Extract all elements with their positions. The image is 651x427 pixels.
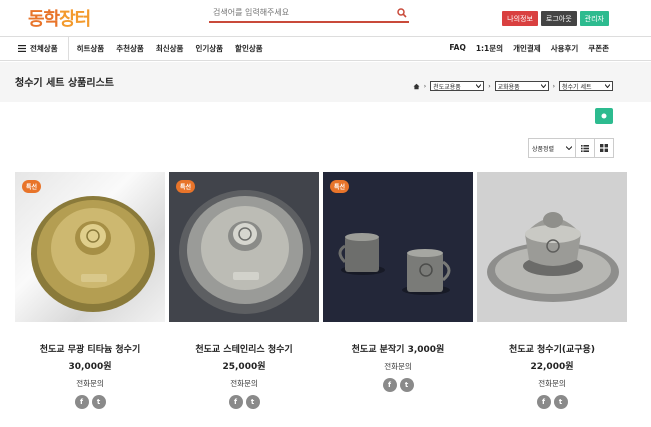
product-card[interactable]: 특선 천도교 스테인리스 청수기 25,000원 전화문의 f t: [169, 172, 319, 409]
chevron-down-icon: [540, 84, 546, 88]
brass-bowl-image: [31, 196, 155, 312]
search-input[interactable]: [209, 8, 395, 17]
sort-controls: 상품정렬: [528, 138, 614, 158]
special-badge: 특선: [330, 180, 350, 193]
breadcrumb: › 천도교용품 › 교화용품 › 청수기 세트: [413, 81, 613, 91]
nav-item-faq[interactable]: FAQ: [449, 43, 465, 54]
breadcrumb-select-3[interactable]: 청수기 세트: [559, 81, 613, 91]
grid-view-button[interactable]: [595, 138, 614, 158]
product-name[interactable]: 천도교 무광 티타늄 청수기: [15, 342, 165, 355]
search-icon[interactable]: [395, 6, 409, 20]
product-card[interactable]: 천도교 청수기(교구용) 22,000원 전화문의 f t: [477, 172, 627, 409]
product-card[interactable]: 특선 천도교 무광 티타늄 청수기 30,000원 전화문의 f t: [15, 172, 165, 409]
breadcrumb-select-1[interactable]: 천도교용품: [430, 81, 485, 91]
nav-item-popular[interactable]: 인기상품: [195, 43, 223, 54]
hamburger-icon: [18, 45, 26, 52]
product-phone-inquiry: 전화문의: [538, 379, 566, 388]
breadcrumb-select-2[interactable]: 교화용품: [494, 81, 549, 91]
product-name[interactable]: 천도교 분작기 3,000원: [323, 342, 473, 355]
facebook-icon[interactable]: f: [74, 395, 89, 409]
nav-item-sale[interactable]: 할인상품: [235, 43, 263, 54]
nav-item-personal-payment[interactable]: 개인결제: [513, 43, 541, 54]
product-phone-inquiry: 전화문의: [230, 379, 258, 388]
grid-view-icon: [600, 144, 608, 152]
breadcrumb-separator-icon: ›: [423, 82, 427, 90]
share-buttons: f t: [323, 378, 473, 392]
product-card[interactable]: 특선 천도교 분작기 3,000원 전화문의 f t: [323, 172, 473, 392]
product-phone-inquiry: 전화문의: [76, 379, 104, 388]
all-products-label: 전체상품: [30, 44, 58, 53]
all-products-menu[interactable]: 전체상품: [0, 37, 69, 60]
sort-select[interactable]: 상품정렬: [528, 138, 576, 158]
twitter-icon[interactable]: t: [245, 395, 260, 409]
special-badge: 특선: [176, 180, 196, 193]
logo-text-1: 동학: [28, 9, 60, 30]
breadcrumb-select-3-value: 청수기 세트: [562, 83, 592, 91]
share-buttons: f t: [169, 395, 319, 409]
product-image[interactable]: 특선: [323, 172, 473, 322]
category-menu: 히트상품 추천상품 최신상품 인기상품 할인상품: [77, 43, 275, 54]
admin-button[interactable]: 관리자: [579, 11, 609, 26]
steel-cups-image: [323, 172, 473, 322]
search-bar: [209, 4, 409, 23]
share-buttons: f t: [477, 395, 627, 409]
page-title: 청수기 세트 상품리스트: [15, 78, 114, 89]
nav-item-recommended[interactable]: 추천상품: [116, 43, 144, 54]
product-image[interactable]: 특선: [169, 172, 319, 322]
sort-select-label: 상품정렬: [532, 145, 555, 153]
chevron-down-icon: [566, 146, 572, 150]
nav-item-hit[interactable]: 히트상품: [77, 43, 105, 54]
product-name[interactable]: 천도교 스테인리스 청수기: [169, 342, 319, 355]
facebook-icon[interactable]: f: [536, 395, 551, 409]
my-info-button[interactable]: 나의정보: [502, 11, 538, 26]
chevron-down-icon: [605, 84, 610, 88]
breadcrumb-select-1-value: 천도교용품: [433, 83, 461, 91]
top-bar: 동학장터 나의정보 로그아웃 관리자: [0, 0, 651, 36]
special-badge: 특선: [22, 180, 42, 193]
nav-item-inquiry[interactable]: 1:1문의: [476, 43, 503, 54]
nav-item-coupons[interactable]: 쿠폰존: [588, 43, 609, 54]
breadcrumb-separator-icon: ›: [488, 82, 491, 90]
product-name[interactable]: 천도교 청수기(교구용): [477, 342, 627, 355]
twitter-icon[interactable]: t: [553, 395, 568, 409]
nav-item-reviews[interactable]: 사용후기: [551, 43, 579, 54]
support-menu: FAQ 1:1문의 개인결제 사용후기 쿠폰존: [449, 43, 609, 54]
facebook-icon[interactable]: f: [228, 395, 243, 409]
main-nav: 전체상품 히트상품 추천상품 최신상품 인기상품 할인상품 FAQ 1:1문의 …: [0, 36, 651, 61]
nav-item-newest[interactable]: 최신상품: [156, 43, 184, 54]
product-image[interactable]: [477, 172, 627, 322]
user-buttons: 나의정보 로그아웃 관리자: [502, 11, 609, 26]
breadcrumb-separator-icon: ›: [552, 82, 555, 90]
share-buttons: f t: [15, 395, 165, 409]
product-phone-inquiry: 전화문의: [384, 362, 412, 371]
twitter-icon[interactable]: t: [399, 378, 414, 392]
steel-stand-bowl-image: [477, 172, 627, 322]
breadcrumb-select-2-value: 교화용품: [497, 83, 520, 91]
product-price: 22,000원: [530, 362, 574, 372]
twitter-icon[interactable]: t: [91, 395, 106, 409]
product-price: 25,000원: [222, 362, 266, 372]
steel-bowl-image: [169, 172, 319, 322]
product-price: 30,000원: [68, 362, 112, 372]
list-view-button[interactable]: [576, 138, 595, 158]
page-header: 청수기 세트 상품리스트 › 천도교용품 › 교화용품 › 청수기 세트: [0, 62, 651, 102]
product-image[interactable]: 특선: [15, 172, 165, 322]
toggle-button[interactable]: [595, 108, 613, 124]
logout-button[interactable]: 로그아웃: [540, 11, 577, 26]
circle-dot-icon: [601, 113, 607, 119]
list-view-icon: [581, 144, 589, 152]
logo-text-2: 장터: [59, 9, 91, 30]
site-logo[interactable]: 동학장터: [28, 5, 91, 31]
chevron-down-icon: [476, 84, 482, 88]
facebook-icon[interactable]: f: [382, 378, 397, 392]
home-icon[interactable]: [413, 83, 420, 90]
